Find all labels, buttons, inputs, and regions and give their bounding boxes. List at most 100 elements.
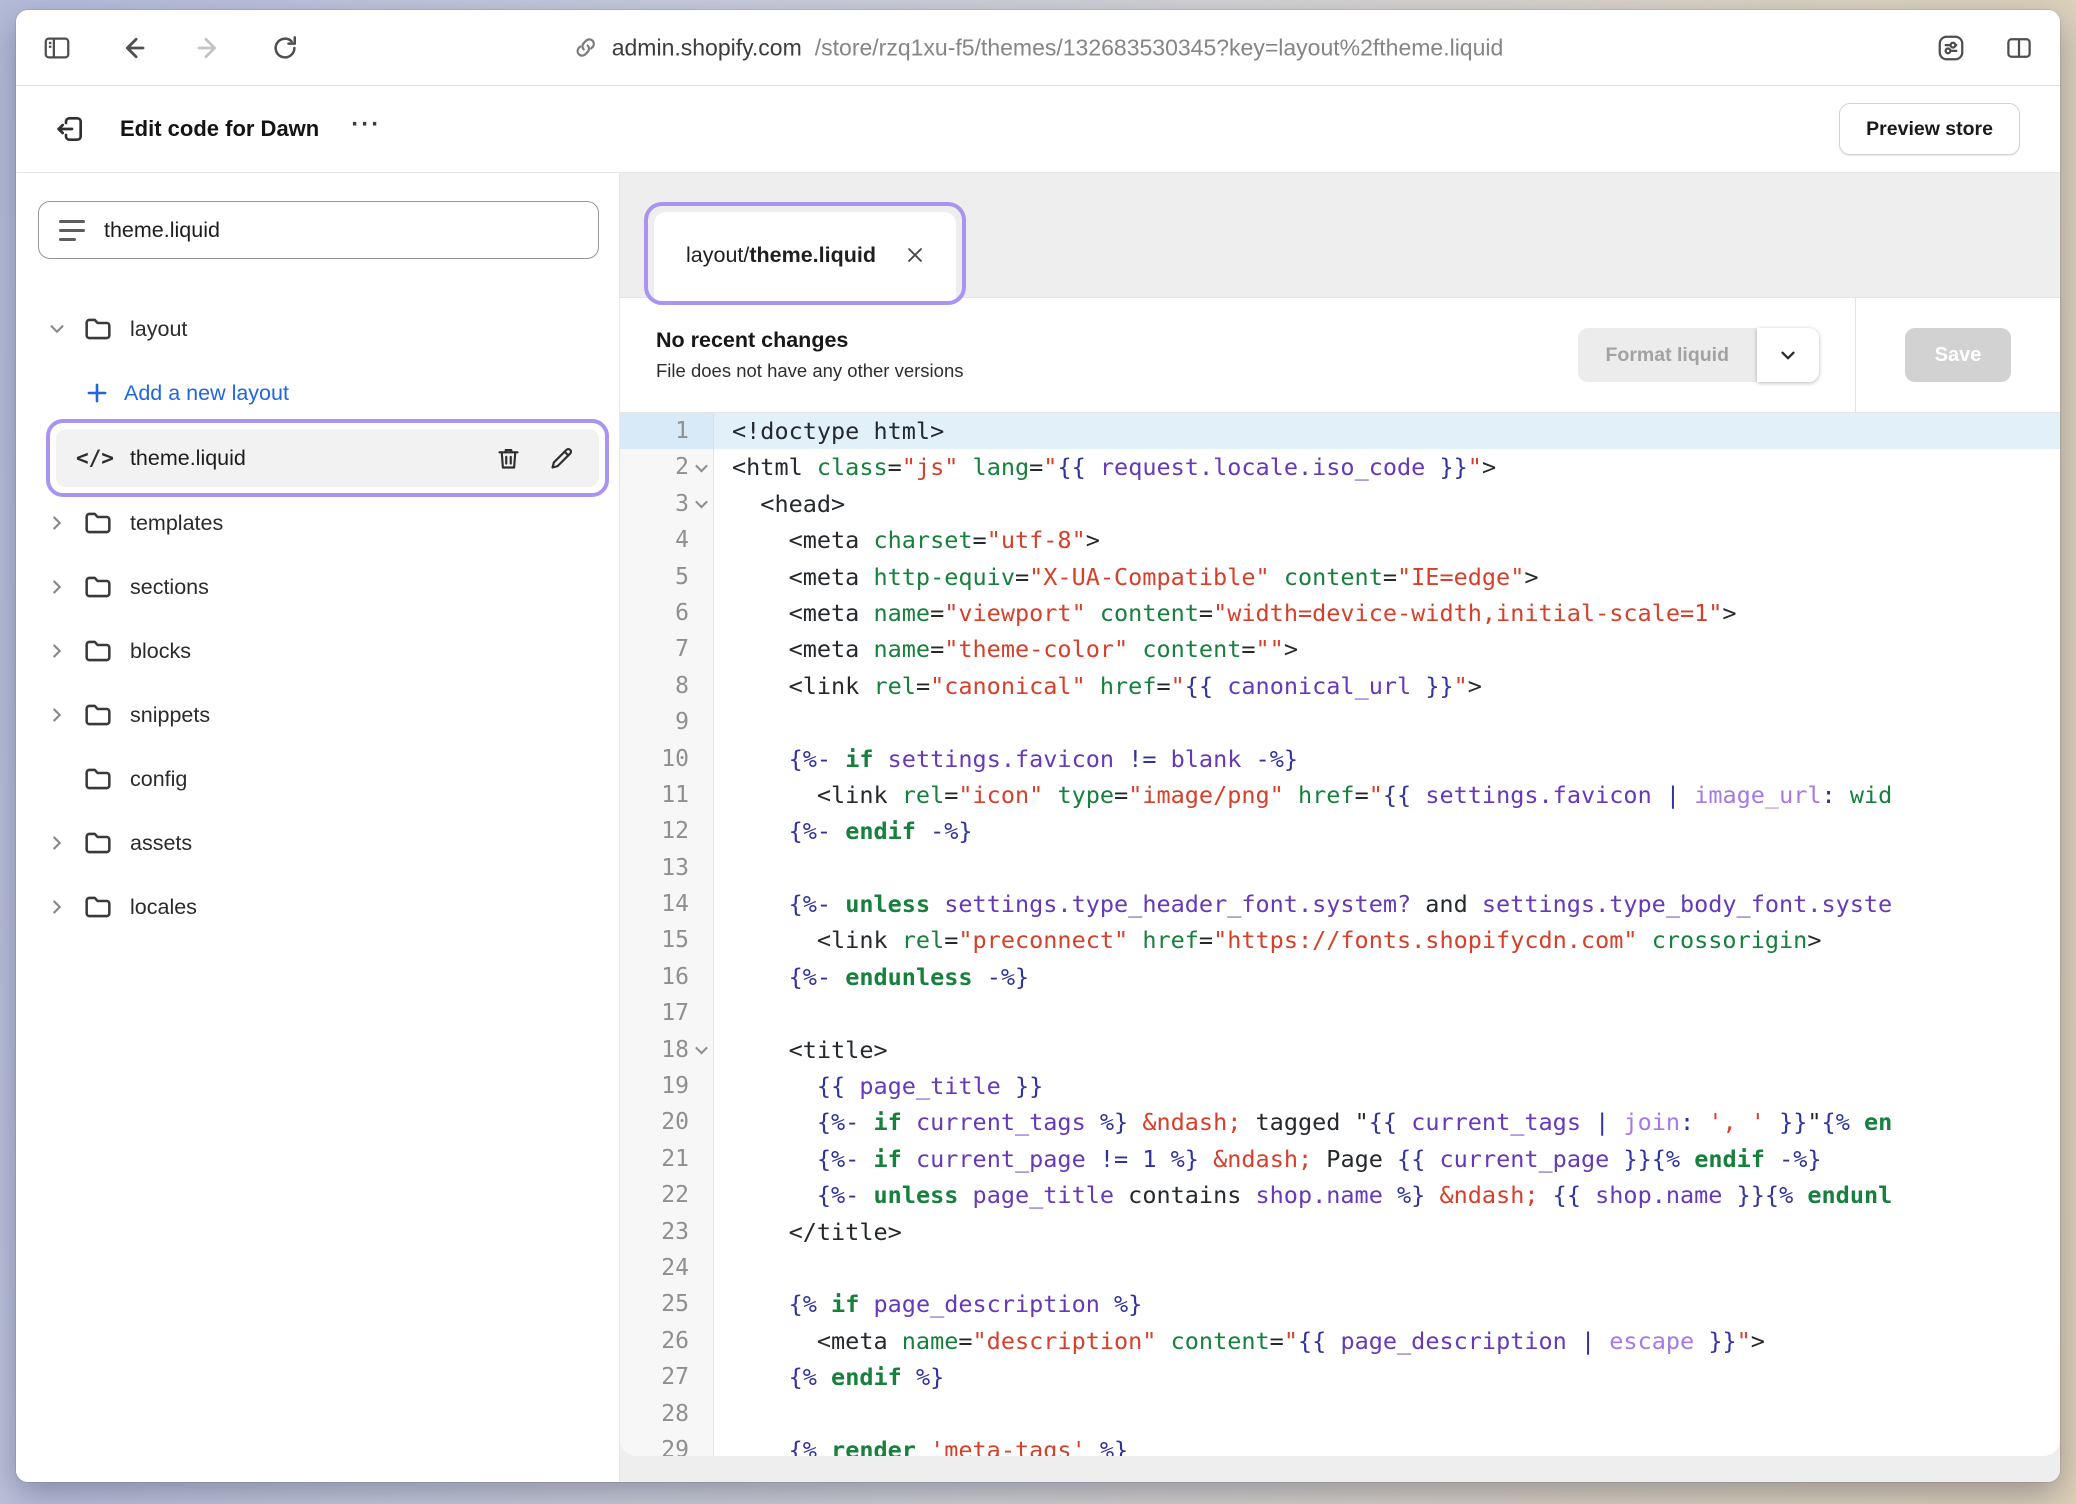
tab-layout-theme-liquid[interactable]: layout/theme.liquid	[654, 212, 956, 298]
line-number-gutter: 11	[620, 777, 714, 813]
code-line-16[interactable]: 16 {%- endunless -%}	[620, 959, 2060, 995]
preview-store-button[interactable]: Preview store	[1839, 103, 2020, 155]
fold-spacer	[689, 1068, 713, 1104]
line-number: 29	[661, 1432, 689, 1456]
tree-item-config[interactable]: config	[16, 747, 619, 811]
chevron-right-icon[interactable]	[46, 896, 68, 918]
chevron-right-icon[interactable]	[46, 512, 68, 534]
code-line-17[interactable]: 17	[620, 995, 2060, 1031]
exit-icon[interactable]	[54, 113, 86, 145]
forward-icon[interactable]	[194, 33, 224, 63]
line-number: 23	[661, 1214, 689, 1250]
tree-item-blocks[interactable]: blocks	[16, 619, 619, 683]
chevron-right-icon[interactable]	[46, 832, 68, 854]
tree-item-assets[interactable]: assets	[16, 811, 619, 875]
code-line-11[interactable]: 11 <link rel="icon" type="image/png" hre…	[620, 777, 2060, 813]
code-line-text: <meta http-equiv="X-UA-Compatible" conte…	[714, 559, 1539, 595]
tab-path-prefix: layout/	[686, 243, 749, 268]
format-liquid-button[interactable]: Format liquid	[1578, 328, 1758, 382]
chevron-right-icon[interactable]	[46, 640, 68, 662]
line-number: 27	[661, 1359, 689, 1395]
code-line-3[interactable]: 3 <head>	[620, 486, 2060, 522]
tree-item-sections[interactable]: sections	[16, 555, 619, 619]
code-line-text: <head>	[714, 486, 845, 522]
code-line-23[interactable]: 23 </title>	[620, 1214, 2060, 1250]
line-number-gutter: 13	[620, 850, 714, 886]
code-line-12[interactable]: 12 {%- endif -%}	[620, 813, 2060, 849]
code-line-10[interactable]: 10 {%- if settings.favicon != blank -%}	[620, 741, 2060, 777]
chevron-right-icon[interactable]	[46, 704, 68, 726]
line-number-gutter: 27	[620, 1359, 714, 1395]
trash-icon[interactable]	[495, 445, 522, 472]
code-line-1[interactable]: 1<!doctype html>	[620, 413, 2060, 449]
more-menu-button[interactable]: ···	[351, 113, 381, 145]
tree-item-layout[interactable]: layout	[16, 297, 619, 361]
file-search-box[interactable]	[38, 201, 599, 259]
fold-chevron-icon[interactable]	[689, 449, 713, 485]
tree-item-theme.liquid-selected[interactable]: </>theme.liquid	[56, 429, 599, 487]
tree-item-templates[interactable]: templates	[16, 491, 619, 555]
code-line-27[interactable]: 27 {% endif %}	[620, 1359, 2060, 1395]
code-line-28[interactable]: 28	[620, 1396, 2060, 1432]
chevron-down-icon[interactable]	[46, 318, 68, 340]
code-line-text: {%- if settings.favicon != blank -%}	[714, 741, 1298, 777]
split-view-icon[interactable]	[2004, 33, 2034, 63]
folder-icon	[82, 763, 114, 795]
code-line-22[interactable]: 22 {%- unless page_title contains shop.n…	[620, 1177, 2060, 1213]
chevron-right-icon[interactable]	[46, 576, 68, 598]
code-line-7[interactable]: 7 <meta name="theme-color" content="">	[620, 631, 2060, 667]
line-number-gutter: 25	[620, 1286, 714, 1322]
pencil-icon[interactable]	[548, 445, 575, 472]
line-number: 24	[661, 1250, 689, 1286]
code-line-15[interactable]: 15 <link rel="preconnect" href="https://…	[620, 922, 2060, 958]
line-number-gutter: 14	[620, 886, 714, 922]
code-line-24[interactable]: 24	[620, 1250, 2060, 1286]
save-button[interactable]: Save	[1905, 328, 2012, 382]
code-editor[interactable]: 1<!doctype html>2<html class="js" lang="…	[620, 413, 2060, 1456]
code-line-25[interactable]: 25 {% if page_description %}	[620, 1286, 2060, 1322]
fold-chevron-icon[interactable]	[689, 486, 713, 522]
code-line-text: {%- endif -%}	[714, 813, 973, 849]
code-line-6[interactable]: 6 <meta name="viewport" content="width=d…	[620, 595, 2060, 631]
code-line-5[interactable]: 5 <meta http-equiv="X-UA-Compatible" con…	[620, 559, 2060, 595]
sidebar-toggle-icon[interactable]	[42, 33, 72, 63]
tree-item-locales[interactable]: locales	[16, 875, 619, 939]
fold-spacer	[689, 813, 713, 849]
code-line-text: <html class="js" lang="{{ request.locale…	[714, 449, 1496, 485]
tree-item-label: layout	[130, 317, 187, 342]
code-line-13[interactable]: 13	[620, 850, 2060, 886]
code-line-26[interactable]: 26 <meta name="description" content="{{ …	[620, 1323, 2060, 1359]
code-line-2[interactable]: 2<html class="js" lang="{{ request.local…	[620, 449, 2060, 485]
tree-item-snippets[interactable]: snippets	[16, 683, 619, 747]
code-line-text: {% render 'meta-tags' %}	[714, 1432, 1128, 1456]
reload-icon[interactable]	[270, 33, 300, 63]
line-number: 6	[675, 595, 689, 631]
fold-spacer	[689, 741, 713, 777]
close-tab-icon[interactable]	[904, 244, 926, 266]
search-input[interactable]	[102, 217, 578, 244]
code-line-4[interactable]: 4 <meta charset="utf-8">	[620, 522, 2060, 558]
code-line-14[interactable]: 14 {%- unless settings.type_header_font.…	[620, 886, 2060, 922]
code-line-9[interactable]: 9	[620, 704, 2060, 740]
code-line-8[interactable]: 8 <link rel="canonical" href="{{ canonic…	[620, 668, 2060, 704]
code-line-19[interactable]: 19 {{ page_title }}	[620, 1068, 2060, 1104]
tree-item-add-a-new-layout[interactable]: Add a new layout	[16, 361, 619, 425]
folder-icon	[82, 571, 114, 603]
code-line-20[interactable]: 20 {%- if current_tags %} &ndash; tagged…	[620, 1104, 2060, 1140]
page-settings-icon[interactable]	[1936, 33, 1966, 63]
format-liquid-caret-button[interactable]	[1757, 328, 1819, 382]
code-line-18[interactable]: 18 <title>	[620, 1032, 2060, 1068]
fold-spacer	[689, 1359, 713, 1395]
code-line-21[interactable]: 21 {%- if current_page != 1 %} &ndash; P…	[620, 1141, 2060, 1177]
versions-subtext: File does not have any other versions	[656, 360, 963, 382]
tree-item-label: locales	[130, 895, 197, 920]
line-number-gutter: 10	[620, 741, 714, 777]
code-line-text: {%- unless page_title contains shop.name…	[714, 1177, 1892, 1213]
code-line-29[interactable]: 29 {% render 'meta-tags' %}	[620, 1432, 2060, 1456]
tree-item-label: sections	[130, 575, 209, 600]
fold-chevron-icon[interactable]	[689, 1032, 713, 1068]
fold-spacer	[689, 668, 713, 704]
back-icon[interactable]	[118, 33, 148, 63]
fold-spacer	[689, 995, 713, 1031]
address-bar[interactable]: admin.shopify.com/store/rzq1xu-f5/themes…	[573, 34, 1504, 61]
